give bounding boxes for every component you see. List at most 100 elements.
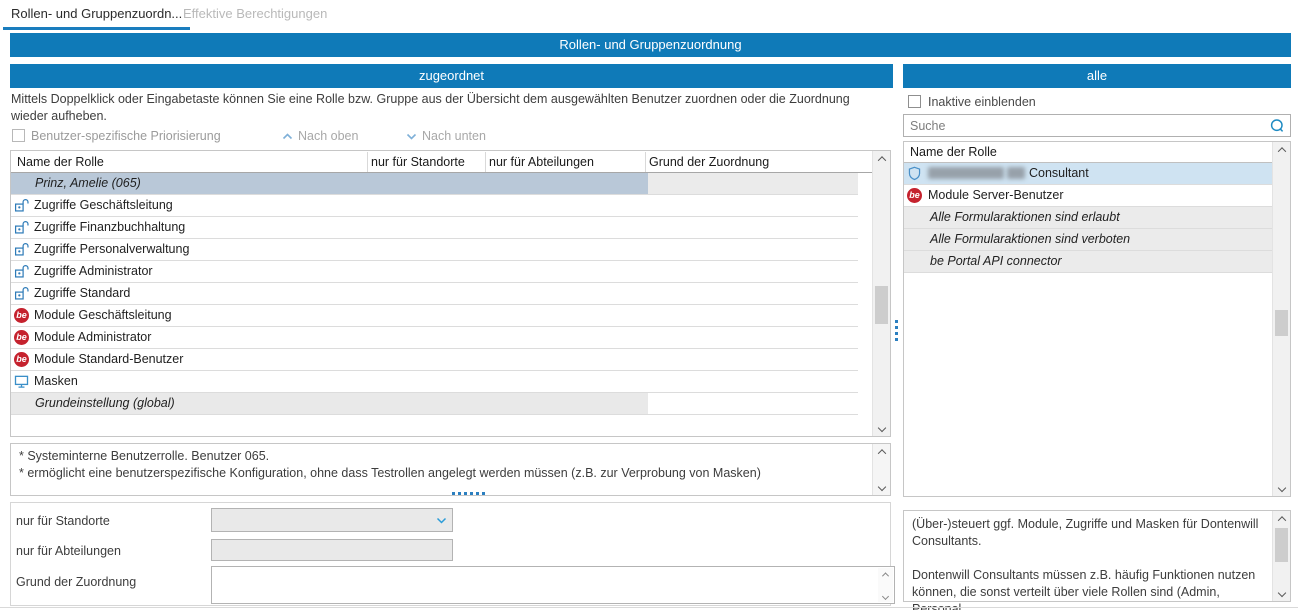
- search-input[interactable]: [904, 115, 1264, 136]
- column-header-grund-der-zuordnung[interactable]: Grund der Zuordnung: [649, 151, 769, 173]
- tab-effektive-berechtigungen[interactable]: Effektive Berechtigungen: [175, 0, 335, 30]
- right-panel-title: alle: [903, 64, 1291, 88]
- horizontal-splitter-handle[interactable]: [452, 492, 485, 495]
- scroll-down-button[interactable]: [873, 479, 890, 495]
- abteilungen-input[interactable]: [211, 539, 453, 561]
- table-row[interactable]: Zugriffe Finanzbuchhaltung: [11, 217, 858, 239]
- table-body: Consultant be Module Server-Benutzer All…: [904, 163, 1272, 273]
- redacted-text: [1007, 167, 1025, 179]
- checkbox-label: Inaktive einblenden: [928, 95, 1036, 109]
- footnote-box: * Systeminterne Benutzerrolle. Benutzer …: [10, 443, 891, 496]
- scroll-up-button[interactable]: [873, 444, 890, 460]
- table-row-group[interactable]: Alle Formularaktionen sind erlaubt: [904, 207, 1272, 229]
- row-label: Zugriffe Administrator: [34, 261, 153, 282]
- scrollbar-thumb[interactable]: [875, 286, 888, 324]
- table-row-group[interactable]: Grundeinstellung (global): [11, 393, 858, 415]
- table-header-row: Name der Rolle nur für Standorte nur für…: [11, 151, 890, 173]
- textarea-scrollbar[interactable]: [878, 568, 893, 602]
- scroll-down-button[interactable]: [1273, 585, 1290, 601]
- table-row-group[interactable]: Alle Formularaktionen sind verboten: [904, 229, 1272, 251]
- grund-der-zuordnung-textarea[interactable]: [211, 566, 895, 604]
- scroll-up-button[interactable]: [1273, 511, 1290, 527]
- row-label: Module Geschäftsleitung: [34, 305, 172, 326]
- column-divider: [367, 152, 368, 172]
- column-divider: [645, 152, 646, 172]
- scroll-down-button[interactable]: [873, 420, 890, 436]
- role-description-text: (Über-)steuert ggf. Module, Zugriffe und…: [904, 511, 1268, 610]
- table-row[interactable]: be Module Geschäftsleitung: [11, 305, 858, 327]
- scroll-up-button[interactable]: [878, 568, 893, 580]
- footnote-line-2: * ermöglicht eine benutzerspezifische Ko…: [19, 465, 882, 482]
- left-table-scrollbar[interactable]: [872, 151, 890, 436]
- redacted-text: [928, 167, 1004, 179]
- footnote-line-1: * Systeminterne Benutzerrolle. Benutzer …: [19, 448, 882, 465]
- column-header-name-der-rolle[interactable]: Name der Rolle: [17, 151, 104, 173]
- standorte-dropdown[interactable]: [211, 508, 453, 532]
- checkbox-box[interactable]: [12, 129, 25, 142]
- table-header-row: Name der Rolle: [904, 142, 1290, 163]
- right-table-scrollbar[interactable]: [1272, 142, 1290, 496]
- table-row[interactable]: be Module Server-Benutzer: [904, 185, 1272, 207]
- chevron-down-icon: [406, 133, 417, 140]
- checkbox-box[interactable]: [908, 95, 921, 108]
- table-row[interactable]: be Module Standard-Benutzer: [11, 349, 858, 371]
- search-icon[interactable]: [1269, 118, 1285, 134]
- abteilungen-label: nur für Abteilungen: [16, 544, 121, 558]
- table-row-selected[interactable]: Prinz, Amelie (065): [11, 173, 858, 195]
- table-row-group[interactable]: be Portal API connector: [904, 251, 1272, 273]
- benutzer-spezifische-priorisierung-checkbox[interactable]: Benutzer-spezifische Priorisierung: [12, 129, 221, 143]
- row-label: Masken: [34, 371, 78, 392]
- row-label: Module Standard-Benutzer: [34, 349, 183, 370]
- description-scrollbar[interactable]: [1272, 511, 1290, 601]
- be-module-icon: be: [14, 330, 29, 345]
- table-row-selected[interactable]: Consultant: [904, 163, 1272, 185]
- scroll-up-button[interactable]: [1273, 142, 1290, 158]
- app-window: Rollen- und Gruppenzuordn... Effektive B…: [0, 0, 1298, 610]
- scroll-down-button[interactable]: [1273, 480, 1290, 496]
- row-label: Prinz, Amelie (065): [35, 173, 141, 194]
- tab-rollen-und-gruppenzuordnung[interactable]: Rollen- und Gruppenzuordn...: [3, 0, 190, 30]
- search-box: [903, 114, 1291, 137]
- scrollbar-thumb[interactable]: [1275, 310, 1288, 336]
- assigned-roles-table: Name der Rolle nur für Standorte nur für…: [10, 150, 891, 437]
- instruction-text: Mittels Doppelklick oder Eingabetaste kö…: [11, 91, 885, 125]
- table-row[interactable]: Zugriffe Administrator: [11, 261, 858, 283]
- column-header-name-der-rolle[interactable]: Name der Rolle: [910, 145, 997, 159]
- move-down-button[interactable]: Nach unten: [406, 129, 486, 143]
- move-up-button[interactable]: Nach oben: [282, 129, 358, 143]
- move-up-label: Nach oben: [298, 129, 358, 143]
- scrollbar-thumb[interactable]: [1275, 528, 1288, 562]
- window-bottom-divider: [0, 607, 1298, 608]
- scroll-down-button[interactable]: [878, 590, 893, 602]
- chevron-up-icon: [282, 133, 293, 140]
- table-body: Prinz, Amelie (065) Zugriffe Geschäftsle…: [11, 173, 858, 415]
- move-down-label: Nach unten: [422, 129, 486, 143]
- row-label: Module Administrator: [34, 327, 151, 348]
- row-label: Grundeinstellung (global): [35, 393, 175, 414]
- table-row[interactable]: Zugriffe Standard: [11, 283, 858, 305]
- table-row[interactable]: Zugriffe Personalverwaltung: [11, 239, 858, 261]
- row-label: Consultant: [928, 163, 1089, 184]
- checkbox-label: Benutzer-spezifische Priorisierung: [31, 129, 221, 143]
- vertical-splitter-handle[interactable]: [895, 320, 898, 341]
- be-module-icon: be: [14, 352, 29, 367]
- table-row[interactable]: Masken: [11, 371, 858, 393]
- be-module-icon: be: [14, 308, 29, 323]
- column-header-nur-fuer-abteilungen[interactable]: nur für Abteilungen: [489, 151, 594, 173]
- left-panel-title: zugeordnet: [10, 64, 893, 88]
- row-label: be Portal API connector: [930, 251, 1062, 272]
- assignment-detail-form: nur für Standorte nur für Abteilungen Gr…: [10, 502, 891, 606]
- inaktive-einblenden-checkbox[interactable]: Inaktive einblenden: [908, 95, 1036, 109]
- column-divider: [485, 152, 486, 172]
- row-label: Alle Formularaktionen sind erlaubt: [930, 207, 1120, 228]
- role-description-box: (Über-)steuert ggf. Module, Zugriffe und…: [903, 510, 1291, 602]
- tab-strip: Rollen- und Gruppenzuordn... Effektive B…: [0, 0, 1298, 30]
- all-roles-table: Name der Rolle Consultant be Module Serv…: [903, 141, 1291, 497]
- table-row[interactable]: Zugriffe Geschäftsleitung: [11, 195, 858, 217]
- column-header-nur-fuer-standorte[interactable]: nur für Standorte: [371, 151, 465, 173]
- table-row[interactable]: be Module Administrator: [11, 327, 858, 349]
- scroll-up-button[interactable]: [873, 151, 890, 167]
- page-title: Rollen- und Gruppenzuordnung: [10, 33, 1291, 57]
- standorte-label: nur für Standorte: [16, 514, 110, 528]
- footnote-scrollbar[interactable]: [872, 444, 890, 495]
